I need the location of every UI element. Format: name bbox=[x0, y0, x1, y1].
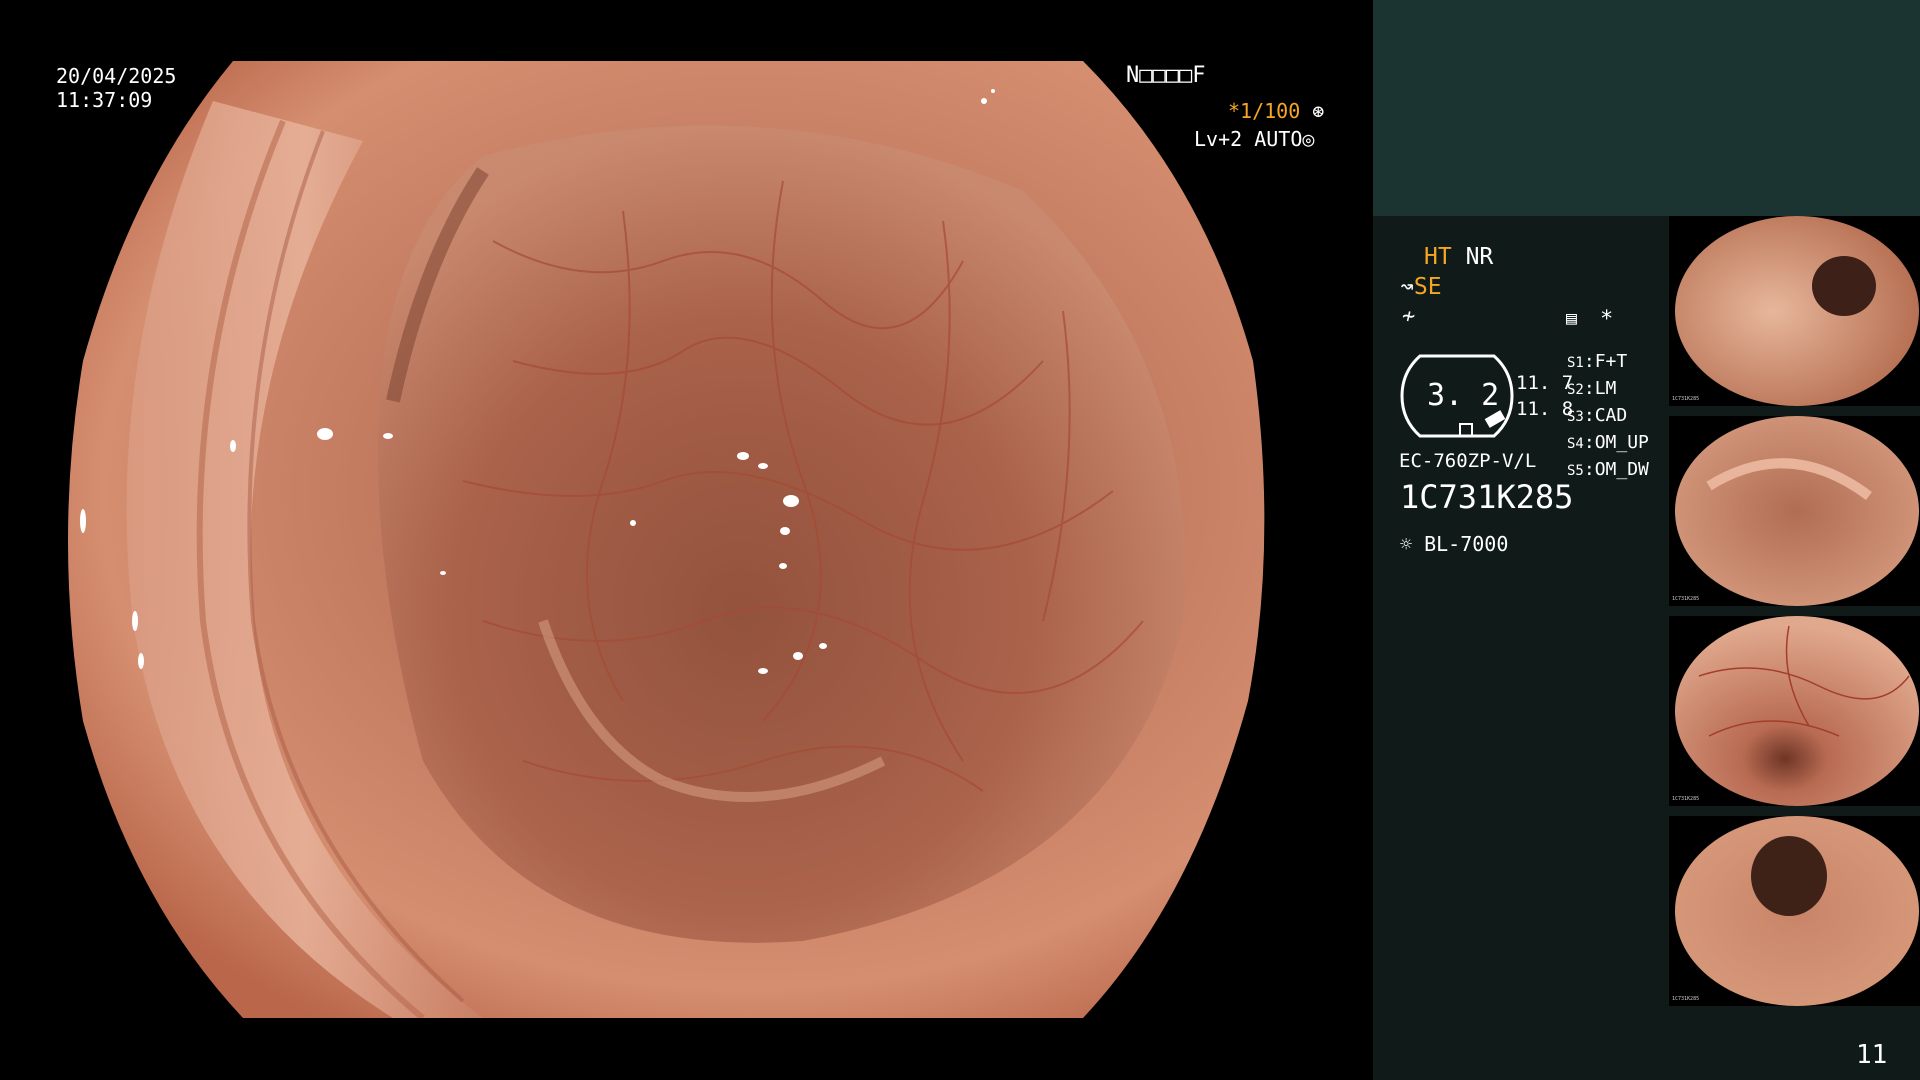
ht-label: HT bbox=[1424, 244, 1452, 270]
asterisk-marker: * bbox=[1600, 307, 1614, 332]
panel-header bbox=[1373, 0, 1920, 216]
endoscopic-image bbox=[63, 61, 1311, 1018]
thumbnail-image[interactable]: 1C731K285 bbox=[1669, 616, 1920, 806]
exposure-row: Lv+2 AUTO◎ bbox=[1194, 127, 1314, 151]
settings-key: S1 bbox=[1567, 355, 1584, 371]
settings-list: S1:F+T S2:LM S3:CAD S4:OM_UP S5:OM_DW bbox=[1567, 349, 1649, 484]
auto-exposure-icon: ◎ bbox=[1302, 127, 1315, 151]
freeze-icon: ≁ bbox=[1402, 304, 1416, 329]
structure-enhance-icon: ↝ bbox=[1400, 274, 1414, 300]
settings-value: LM bbox=[1594, 378, 1617, 399]
settings-value: CAD bbox=[1594, 405, 1628, 426]
se-label: SE bbox=[1413, 274, 1442, 300]
thumbnail-image[interactable]: 1C731K285 bbox=[1669, 416, 1920, 606]
light-source-model: BL-7000 bbox=[1424, 532, 1509, 556]
thumbnail-image[interactable]: 1C731K285 bbox=[1669, 216, 1920, 406]
settings-key: S4 bbox=[1567, 436, 1584, 452]
image-mode-row: HT NR bbox=[1424, 244, 1493, 270]
light-source-row: ☼ BL-7000 bbox=[1400, 532, 1508, 556]
endoscope-view: 20/04/2025 11:37:09 N□□□□F *1/100 ⊛ Lv+2… bbox=[0, 0, 1373, 1080]
thumbnail-serial: 1C731K285 bbox=[1672, 996, 1700, 1002]
settings-item: S1:F+T bbox=[1567, 351, 1628, 372]
scope-serial: 1C731K285 bbox=[1400, 478, 1574, 516]
status-code: N□□□□F bbox=[1126, 63, 1206, 88]
thumbnail-image[interactable]: 1C731K285 bbox=[1669, 816, 1920, 1006]
settings-item: S2:LM bbox=[1567, 378, 1617, 399]
shutter-row: *1/100 ⊛ bbox=[1228, 99, 1324, 123]
settings-key: S5 bbox=[1567, 463, 1584, 479]
settings-value: F+T bbox=[1594, 351, 1628, 372]
settings-item: S3:CAD bbox=[1567, 405, 1628, 426]
settings-value: OM_UP bbox=[1594, 432, 1649, 453]
settings-key: S3 bbox=[1567, 409, 1584, 425]
thumbnail-serial: 1C731K285 bbox=[1672, 396, 1700, 402]
iris-icon: ⊛ bbox=[1312, 99, 1325, 123]
exam-date: 20/04/2025 bbox=[56, 64, 177, 88]
scope-model: EC-760ZP-V/L bbox=[1399, 450, 1537, 472]
light-source-icon: ☼ bbox=[1400, 532, 1413, 556]
settings-key: S2 bbox=[1567, 382, 1584, 398]
zoom-value: 3. 2 bbox=[1427, 378, 1500, 413]
image-settings-icon: ▤ bbox=[1566, 308, 1577, 329]
shutter-speed: *1/100 bbox=[1228, 99, 1301, 123]
value-2: 11. 8 bbox=[1516, 398, 1574, 420]
thumbnail-serial: 1C731K285 bbox=[1672, 596, 1700, 602]
exam-time: 11:37:09 bbox=[56, 88, 153, 112]
thumbnail-serial: 1C731K285 bbox=[1672, 796, 1700, 802]
settings-value: OM_DW bbox=[1594, 459, 1649, 480]
settings-item: S4:OM_UP bbox=[1567, 432, 1649, 453]
page-number: 11 bbox=[1856, 1040, 1888, 1070]
value-1: 11. 7 bbox=[1516, 372, 1574, 394]
exposure-level: Lv+2 bbox=[1194, 127, 1243, 151]
se-row: ↝SE bbox=[1400, 274, 1442, 300]
nr-label: NR bbox=[1465, 244, 1494, 270]
exposure-mode: AUTO bbox=[1254, 127, 1303, 151]
settings-item: S5:OM_DW bbox=[1567, 459, 1649, 480]
